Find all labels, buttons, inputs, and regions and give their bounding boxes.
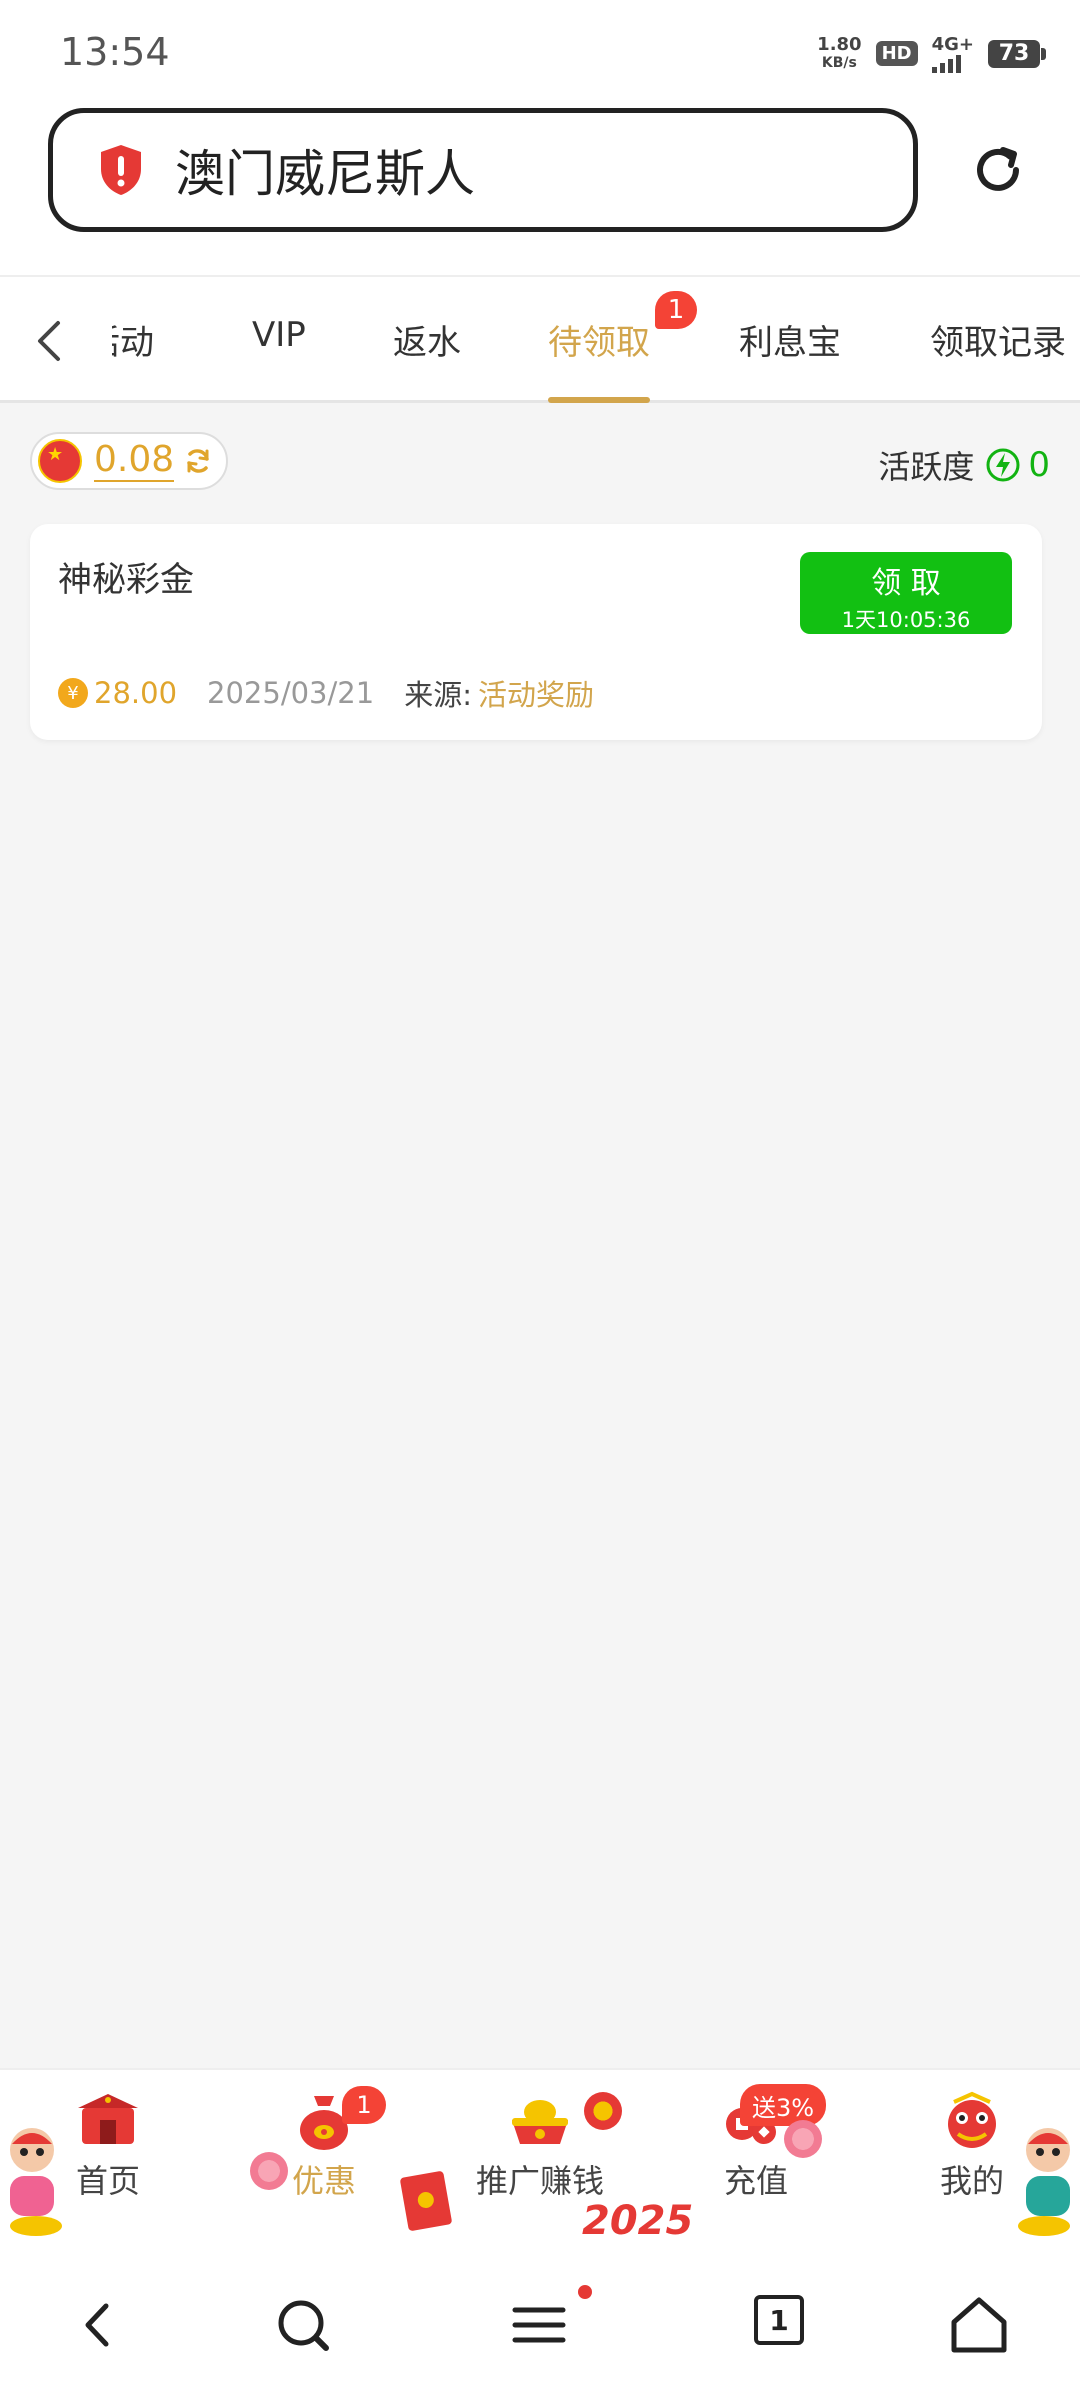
snake-mascot-icon — [1018, 2128, 1070, 2236]
reload-icon[interactable] — [968, 140, 1028, 200]
lightning-icon — [986, 448, 1020, 482]
claim-button[interactable]: 领 取 1天10:05:36 — [800, 552, 1012, 634]
battery-level: 73 — [998, 41, 1030, 66]
network-speed: 1.80 KB/s — [817, 33, 862, 72]
tab-interest[interactable]: 利息宝 — [739, 315, 841, 364]
flower-icon — [250, 2152, 288, 2190]
status-bar: 13:54 1.80 KB/s HD 4G+ 73 — [0, 0, 1080, 100]
reward-card: 神秘彩金 领 取 1天10:05:36 ¥ 28.00 2025/03/21 来… — [30, 524, 1042, 740]
activity-value: 0 — [1028, 445, 1050, 485]
red-envelope-icon — [399, 2170, 453, 2232]
shield-alert-icon — [101, 145, 141, 195]
flower-icon — [784, 2120, 822, 2158]
home-gate-icon — [78, 2094, 138, 2144]
tab-pending-badge: 1 — [655, 291, 697, 329]
nav-home-label: 首页 — [75, 2162, 140, 2200]
lantern-flower-icon — [584, 2092, 622, 2130]
battery-icon: 73 — [988, 39, 1046, 68]
network-speed-value: 1.80 — [817, 33, 862, 55]
reward-amount: 28.00 — [94, 676, 178, 710]
tab-rebate[interactable]: 返水 — [393, 315, 461, 364]
gold-ingot-icon — [512, 2100, 568, 2144]
reward-source-value: 活动奖励 — [477, 678, 594, 712]
tab-activity[interactable]: 活动 — [112, 315, 154, 364]
activity-label: 活跃度 — [878, 448, 975, 486]
search-icon[interactable] — [268, 2290, 338, 2360]
year-decoration: 2025 — [582, 2198, 694, 2244]
status-indicators: 1.80 KB/s HD 4G+ 73 — [817, 33, 1046, 73]
tab-pending-claim[interactable]: 待领取 — [548, 315, 650, 364]
bottom-navigation: 首页 优惠 1 推广赚钱 2025 充值 送3% 我的 — [0, 2068, 1080, 2250]
hd-icon: HD — [875, 41, 918, 66]
nav-promotions-badge: 1 — [342, 2086, 386, 2124]
reward-date: 2025/03/21 — [207, 676, 375, 710]
refresh-icon[interactable] — [182, 445, 214, 477]
tab-activity-clip: 活动 — [112, 315, 168, 365]
signal-type: 4G+ — [931, 34, 974, 55]
lion-dance-icon — [948, 2091, 996, 2148]
tabs-count-button[interactable]: 1 — [754, 2295, 804, 2345]
home-icon[interactable] — [944, 2290, 1014, 2360]
network-speed-unit: KB/s — [821, 54, 857, 71]
reward-source-label: 来源: — [404, 678, 472, 712]
nav-referral-label: 推广赚钱 — [475, 2162, 604, 2200]
reward-title: 神秘彩金 — [58, 560, 194, 600]
menu-icon[interactable] — [505, 2290, 575, 2360]
claim-countdown: 1天10:05:36 — [841, 608, 971, 632]
address-bar[interactable]: 澳门威尼斯人 — [48, 108, 918, 232]
status-time: 13:54 — [60, 30, 170, 74]
system-navigation-bar: 1 — [0, 2250, 1080, 2400]
activity-indicator: 活跃度 0 — [878, 442, 1050, 488]
signal-icon: 4G+ — [931, 34, 974, 73]
balance-value: 0.08 — [94, 439, 175, 482]
category-tabs: 活动 VIP 返水 待领取 1 利息宝 领取记录 — [0, 275, 1080, 403]
menu-notification-dot — [578, 2285, 592, 2299]
page-title: 澳门威尼斯人 — [175, 145, 475, 203]
china-flag-icon — [38, 439, 82, 483]
tab-vip[interactable]: VIP — [252, 315, 306, 355]
browser-toolbar: 澳门威尼斯人 — [0, 100, 1080, 275]
nav-home[interactable]: 首页 — [28, 2090, 188, 2202]
reward-details: ¥ 28.00 2025/03/21 来源: 活动奖励 — [58, 672, 594, 714]
active-tab-indicator — [548, 397, 650, 403]
coin-icon: ¥ — [58, 678, 88, 708]
chevron-left-icon[interactable] — [30, 317, 70, 365]
back-icon[interactable] — [64, 2290, 134, 2360]
balance-pill[interactable]: 0.08 — [30, 432, 228, 490]
deposit-promo-badge: 送3% — [740, 2084, 827, 2126]
claim-button-label: 领 取 — [871, 566, 941, 601]
tab-claim-history[interactable]: 领取记录 — [930, 315, 1066, 364]
nav-deposit-label: 充值 — [723, 2162, 788, 2200]
